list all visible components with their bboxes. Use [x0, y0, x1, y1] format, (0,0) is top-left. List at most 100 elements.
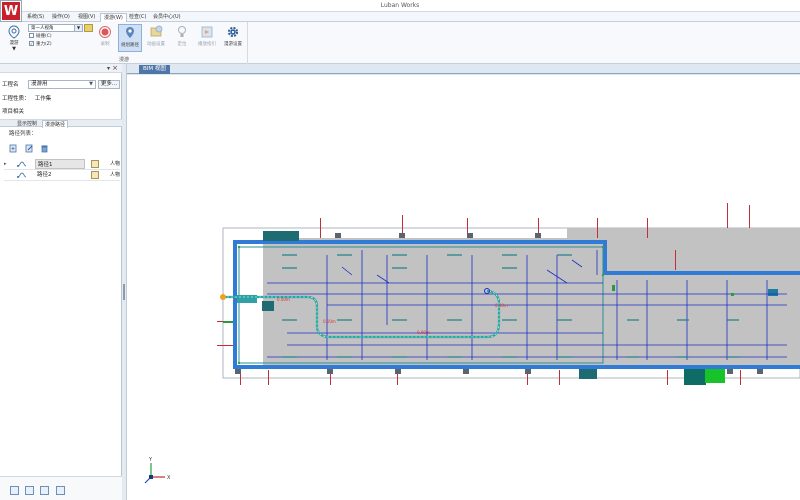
animation-settings-button[interactable]: 动画设置 [144, 24, 168, 52]
tab-bim-view[interactable]: BIM 视图 [139, 65, 170, 74]
project-related-label: 项目相关 [2, 109, 25, 115]
project-name-label: 工程名 [2, 82, 19, 88]
floor-slab-right [603, 270, 800, 365]
menu-bar: 系统(S) 操作(O) 视图(V) 漫游(W) 检查(C) 会员中心(U) [0, 12, 800, 22]
menu-tab-tour[interactable]: 漫游(W) [100, 13, 127, 22]
chevron-down-icon: ▼ [74, 25, 82, 31]
project-type-label: 工程性质： [2, 96, 30, 102]
wall-left [233, 240, 237, 368]
equipment-block [705, 369, 725, 383]
collision-label: 碰撞(C) [36, 34, 52, 39]
menu-tab-member[interactable]: 会员中心(U) [150, 13, 184, 22]
menu-tab-check[interactable]: 检查(C) [126, 13, 149, 22]
path-row[interactable]: 路径2 人物 [4, 170, 120, 181]
locate-button[interactable]: 定位 [170, 24, 194, 52]
locate-label: 定位 [177, 42, 187, 47]
view-mode-value: 第一人视角 [31, 26, 54, 31]
tour-button[interactable]: 漫游 ▼ [4, 24, 24, 54]
ribbon-group-label: 漫游 [118, 57, 129, 63]
path-distance-label: 0.00m [495, 303, 508, 308]
project-name-value: 漫游用 [31, 81, 48, 87]
axis-y-label: Y [148, 457, 153, 463]
play-icon[interactable] [10, 486, 19, 495]
save-icon[interactable] [91, 160, 99, 168]
path-distance-label: 0.00m [417, 330, 430, 335]
tab-display-control[interactable]: 显示控制 [15, 120, 39, 128]
path-row[interactable]: ▸ 路径1 人物 [4, 159, 120, 170]
wall-step-vertical [603, 240, 607, 275]
menu-tab-view[interactable]: 视图(V) [75, 13, 98, 22]
plan-path-button[interactable]: 规划路径 [118, 24, 142, 52]
axis-triad: X Y [144, 457, 171, 484]
view-mode-select[interactable]: 第一人视角 ▼ [28, 24, 83, 32]
gravity-checkbox-row[interactable]: ✓ 重力(Z) [29, 41, 52, 48]
project-name-select[interactable]: 漫游用 ▼ [28, 80, 96, 89]
path-extra: 人物 [110, 161, 121, 167]
app-title: Luban Works [380, 2, 420, 9]
axis-x-label: X [167, 475, 171, 481]
chevron-down-icon: ▼ [12, 46, 16, 52]
bim-drawing[interactable]: 0.00m 0.00m 0.00m 0.00m X Y [127, 75, 800, 500]
menu-tab-operation[interactable]: 操作(O) [49, 13, 73, 22]
path-route-icon [17, 172, 27, 178]
title-bar: Luban Works [0, 0, 800, 12]
path-distance-label: 0.00m [277, 297, 290, 302]
path-name[interactable]: 路径2 [35, 170, 85, 180]
play-guide-button[interactable]: 播放指引 [195, 24, 219, 52]
equipment-block [684, 369, 706, 385]
ribbon: 漫游 ▼ 第一人视角 ▼ 碰撞(C) ✓ 重力(Z) 录制 规划路径 动画设置 … [0, 22, 800, 64]
animation-settings-icon [150, 25, 163, 37]
stop-icon[interactable] [40, 486, 49, 495]
row-pointer-icon: ▸ [4, 161, 7, 167]
path-list-label: 路径列表： [9, 131, 37, 137]
collision-checkbox[interactable] [29, 33, 34, 38]
plan-path-icon [126, 27, 134, 38]
delete-path-icon[interactable] [40, 144, 49, 153]
document-tabs: BIM 视图 [127, 64, 800, 74]
locate-icon [178, 26, 186, 37]
path-name[interactable]: 路径1 [35, 159, 85, 169]
floor-slab-left [263, 238, 603, 365]
wall-bottom [233, 365, 800, 369]
new-path-icon[interactable] [9, 144, 18, 153]
equipment-block [262, 301, 274, 311]
project-related-row[interactable]: 项目相关 [2, 107, 24, 117]
chevron-down-icon: ▼ [89, 81, 93, 87]
path-route-icon [17, 161, 27, 167]
app-logo[interactable]: W [1, 1, 21, 21]
export-icon[interactable] [56, 486, 65, 495]
tour-settings-label: 漫游设置 [224, 42, 242, 47]
project-name-row: 工程名 [2, 80, 30, 90]
play-guide-label: 播放指引 [198, 42, 216, 47]
save-icon[interactable] [91, 171, 99, 179]
more-button[interactable]: 更多... [98, 80, 120, 89]
animation-settings-label: 动画设置 [147, 42, 165, 47]
view-mode-swatch[interactable] [84, 24, 93, 32]
menu-tab-system[interactable]: 系统(S) [24, 13, 47, 22]
bim-viewport[interactable]: 0.00m 0.00m 0.00m 0.00m X Y [127, 75, 800, 500]
record-button[interactable]: 录制 [93, 24, 117, 52]
record-icon[interactable] [25, 486, 34, 495]
pin-icon[interactable]: ▾ [107, 64, 110, 73]
tour-settings-button[interactable]: 漫游设置 [221, 24, 245, 52]
edit-path-icon[interactable] [25, 144, 34, 153]
ribbon-group-tour: 漫游 ▼ 第一人视角 ▼ 碰撞(C) ✓ 重力(Z) 录制 规划路径 动画设置 … [0, 22, 248, 64]
floor-slab-upper-right [567, 228, 800, 270]
splitter-grip[interactable] [123, 284, 125, 300]
path-list: ▸ 路径1 人物 路径2 人物 [4, 159, 120, 181]
left-panel: ▾ × 工程名 漫游用 ▼ 更多... 工程性质： 工作集 项目相关 显示控制 … [0, 64, 122, 500]
wall-step-horizontal [603, 271, 800, 275]
panel-subtabs: 显示控制 漫游路径 [0, 119, 122, 128]
close-icon[interactable]: × [112, 64, 118, 73]
path-extra: 人物 [110, 172, 121, 178]
record-label: 录制 [100, 42, 110, 47]
collision-checkbox-row[interactable]: 碰撞(C) [29, 33, 52, 40]
equipment-block [768, 289, 778, 296]
project-type-value: 工作集 [34, 96, 52, 102]
project-type-row: 工程性质： 工作集 [2, 94, 51, 104]
tab-tour-path[interactable]: 漫游路径 [42, 120, 69, 128]
tour-icon [8, 25, 20, 39]
gear-icon [227, 26, 239, 38]
gravity-checkbox[interactable]: ✓ [29, 41, 34, 46]
path-start-marker[interactable] [220, 294, 226, 300]
